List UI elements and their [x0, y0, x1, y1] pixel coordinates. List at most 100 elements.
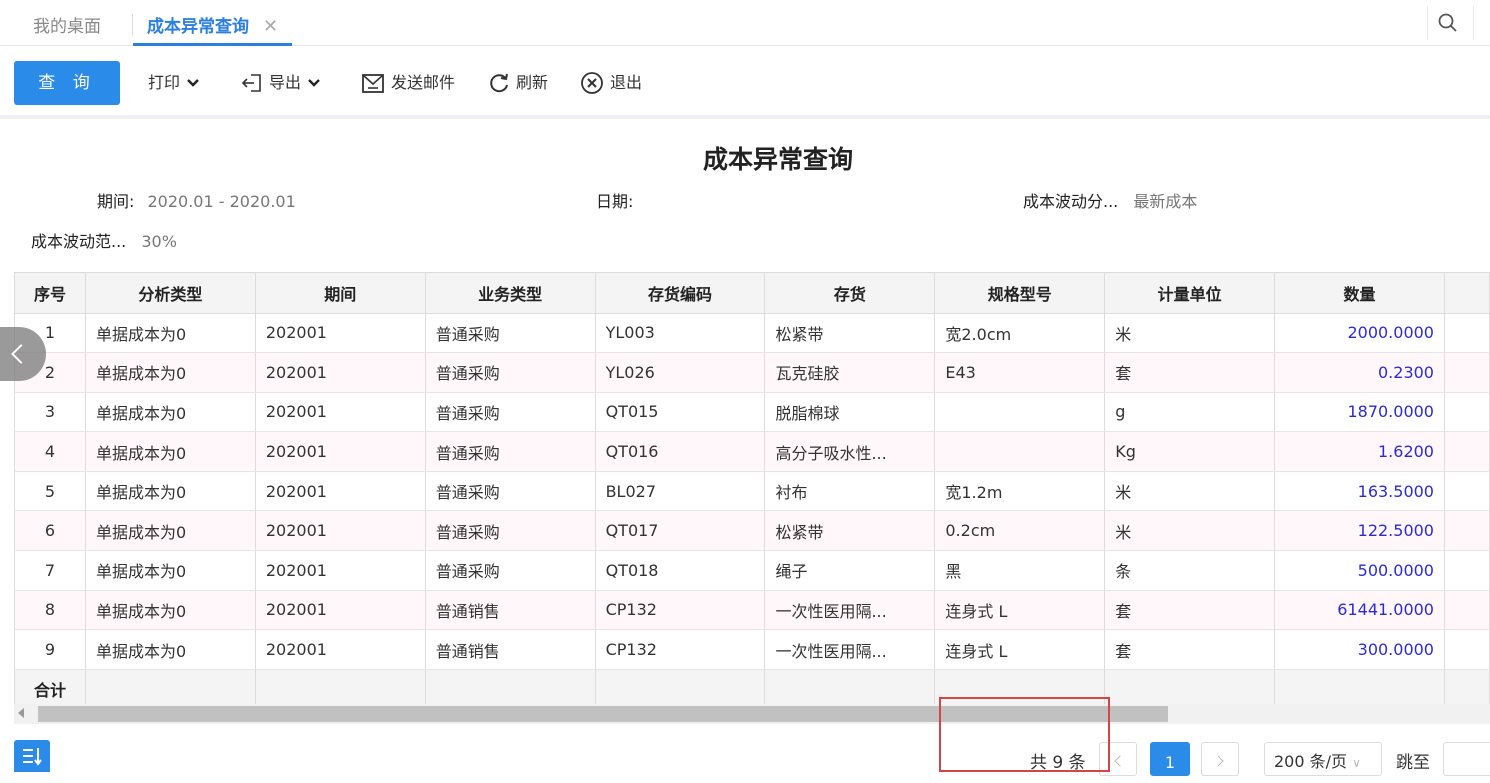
- table-row[interactable]: 8 单据成本为0 202001 普通销售 CP132 一次性医用隔... 连身式 L 套 614…: [14, 590, 1490, 631]
- mail-icon: [362, 74, 384, 93]
- cell-spec: 黑: [934, 550, 1106, 591]
- column-settings-icon: [23, 748, 42, 766]
- print-button[interactable]: 打印: [148, 61, 200, 105]
- cell-quantity: 1870.0000: [1274, 392, 1445, 433]
- close-icon[interactable]: ✕: [263, 16, 278, 37]
- cell-seq: 3: [14, 392, 86, 433]
- cell-analysis-type: 单据成本为0: [85, 471, 256, 512]
- cell-unit: Kg: [1104, 431, 1276, 472]
- cell-analysis-type: 单据成本为0: [85, 629, 256, 670]
- cell-analysis-type: 单据成本为0: [85, 431, 256, 472]
- cell-spec: [934, 392, 1106, 433]
- cell-unit: 套: [1104, 590, 1276, 631]
- page-size-select[interactable]: 200 条/页 ∨: [1264, 742, 1382, 776]
- col-header-seq[interactable]: 序号: [14, 273, 86, 314]
- col-header-inventory-code[interactable]: 存货编码: [595, 273, 766, 314]
- col-header-period[interactable]: 期间: [255, 273, 426, 314]
- cell-period: 202001: [255, 313, 426, 354]
- data-grid: 序号 分析类型 期间 业务类型 存货编码 存货 规格型号 计量单位 数量 1 单据…: [14, 272, 1490, 710]
- cell-inventory-code: BL027: [595, 471, 766, 512]
- print-label: 打印: [148, 73, 181, 92]
- cell-seq: 5: [14, 471, 86, 512]
- col-header-unit[interactable]: 计量单位: [1104, 273, 1276, 314]
- table-row[interactable]: 4 单据成本为0 202001 普通采购 QT016 高分子吸水性... Kg 1.6200: [14, 431, 1490, 472]
- query-button[interactable]: 查 询: [14, 61, 120, 105]
- send-email-label: 发送邮件: [391, 73, 456, 92]
- cell-unit: 米: [1104, 471, 1276, 512]
- cell-overflow: [1444, 550, 1490, 591]
- pager-next-button[interactable]: [1201, 742, 1239, 776]
- exit-button[interactable]: 退出: [580, 61, 642, 105]
- cost-range-label: 成本波动范...: [31, 232, 127, 251]
- table-row[interactable]: 6 单据成本为0 202001 普通采购 QT017 松紧带 0.2cm 米 122.5000: [14, 510, 1490, 552]
- cell-inventory-code: QT018: [595, 550, 766, 591]
- cell-quantity: 500.0000: [1274, 550, 1445, 591]
- cell-business-type: 普通采购: [425, 431, 596, 472]
- cell-analysis-type: 单据成本为0: [85, 313, 256, 354]
- cell-quantity: 1.6200: [1274, 431, 1445, 472]
- cell-overflow: [1444, 392, 1490, 433]
- cell-period: 202001: [255, 510, 426, 552]
- jump-to-label: 跳至: [1396, 753, 1430, 773]
- table-header-row: 序号 分析类型 期间 业务类型 存货编码 存货 规格型号 计量单位 数量: [14, 273, 1490, 314]
- cell-business-type: 普通采购: [425, 550, 596, 591]
- cell-inventory: 一次性医用隔...: [764, 590, 936, 631]
- export-label: 导出: [269, 73, 302, 92]
- date-filter: 日期:: [596, 188, 633, 212]
- cell-analysis-type: 单据成本为0: [85, 352, 256, 393]
- cell-inventory-code: QT016: [595, 431, 766, 472]
- horizontal-scrollbar[interactable]: [14, 704, 1490, 724]
- refresh-button[interactable]: 刷新: [488, 61, 548, 105]
- col-header-overflow: [1444, 273, 1490, 314]
- cell-quantity: 300.0000: [1274, 629, 1445, 670]
- cell-seq: 8: [14, 590, 86, 631]
- page-size-value: 200 条/页: [1274, 752, 1348, 771]
- cell-inventory: 一次性医用隔...: [764, 629, 936, 670]
- table-row[interactable]: 5 单据成本为0 202001 普通采购 BL027 衬布 宽1.2m 米 163.5000: [14, 471, 1490, 512]
- cell-analysis-type: 单据成本为0: [85, 392, 256, 433]
- table-row[interactable]: 2 单据成本为0 202001 普通采购 YL026 瓦克硅胶 E43 套 0.2300: [14, 352, 1490, 393]
- cell-period: 202001: [255, 352, 426, 393]
- cell-inventory-code: YL003: [595, 313, 766, 354]
- scroll-left-arrow-icon[interactable]: [18, 708, 24, 718]
- column-settings-button[interactable]: [14, 740, 50, 772]
- search-icon[interactable]: [1437, 12, 1459, 34]
- cell-quantity: 61441.0000: [1274, 590, 1445, 631]
- chevron-down-icon: [308, 79, 320, 87]
- date-label: 日期:: [596, 192, 634, 211]
- table-row[interactable]: 9 单据成本为0 202001 普通销售 CP132 一次性医用隔... 连身式 L 套 300…: [14, 629, 1490, 670]
- export-button[interactable]: 导出: [241, 61, 321, 105]
- send-email-button[interactable]: 发送邮件: [361, 61, 455, 105]
- tab-my-desktop[interactable]: 我的桌面: [33, 0, 101, 46]
- cell-inventory: 绳子: [764, 550, 936, 591]
- cost-analysis-label: 成本波动分...: [1023, 192, 1119, 211]
- col-header-spec[interactable]: 规格型号: [934, 273, 1106, 314]
- cell-overflow: [1444, 629, 1490, 670]
- cost-analysis-filter: 成本波动分... 最新成本: [1023, 188, 1197, 212]
- cell-analysis-type: 单据成本为0: [85, 510, 256, 552]
- table-row[interactable]: 1 单据成本为0 202001 普通采购 YL003 松紧带 宽2.0cm 米 2000.000…: [14, 313, 1490, 354]
- cell-inventory-code: CP132: [595, 629, 766, 670]
- col-header-quantity[interactable]: 数量: [1274, 273, 1445, 314]
- cell-quantity: 122.5000: [1274, 510, 1445, 552]
- cell-inventory: 松紧带: [764, 313, 936, 354]
- cell-inventory: 脱脂棉球: [764, 392, 936, 433]
- table-row[interactable]: 7 单据成本为0 202001 普通采购 QT018 绳子黑条 500.0000: [14, 550, 1490, 591]
- divider: [1427, 6, 1428, 40]
- cell-business-type: 普通采购: [425, 313, 596, 354]
- table-row[interactable]: 3 单据成本为0 202001 普通采购 QT015 脱脂棉球 g 1870.0000: [14, 392, 1490, 433]
- exit-label: 退出: [610, 73, 643, 92]
- col-header-analysis-type[interactable]: 分析类型: [85, 273, 256, 314]
- cell-seq: 9: [14, 629, 86, 670]
- tab-bar: 我的桌面 成本异常查询 ✕: [0, 0, 1490, 46]
- tab-cost-anomaly-query[interactable]: 成本异常查询 ✕: [133, 0, 293, 46]
- cell-business-type: 普通采购: [425, 352, 596, 393]
- chevron-down-icon: ∨: [1352, 756, 1361, 770]
- cell-inventory: 瓦克硅胶: [764, 352, 936, 393]
- pager-page-1[interactable]: 1: [1150, 742, 1190, 776]
- col-header-inventory[interactable]: 存货: [764, 273, 936, 314]
- jump-page-input[interactable]: [1443, 742, 1490, 776]
- period-filter: 期间: 2020.01 - 2020.01: [97, 188, 296, 212]
- cell-quantity: 0.2300: [1274, 352, 1445, 393]
- col-header-business-type[interactable]: 业务类型: [425, 273, 596, 314]
